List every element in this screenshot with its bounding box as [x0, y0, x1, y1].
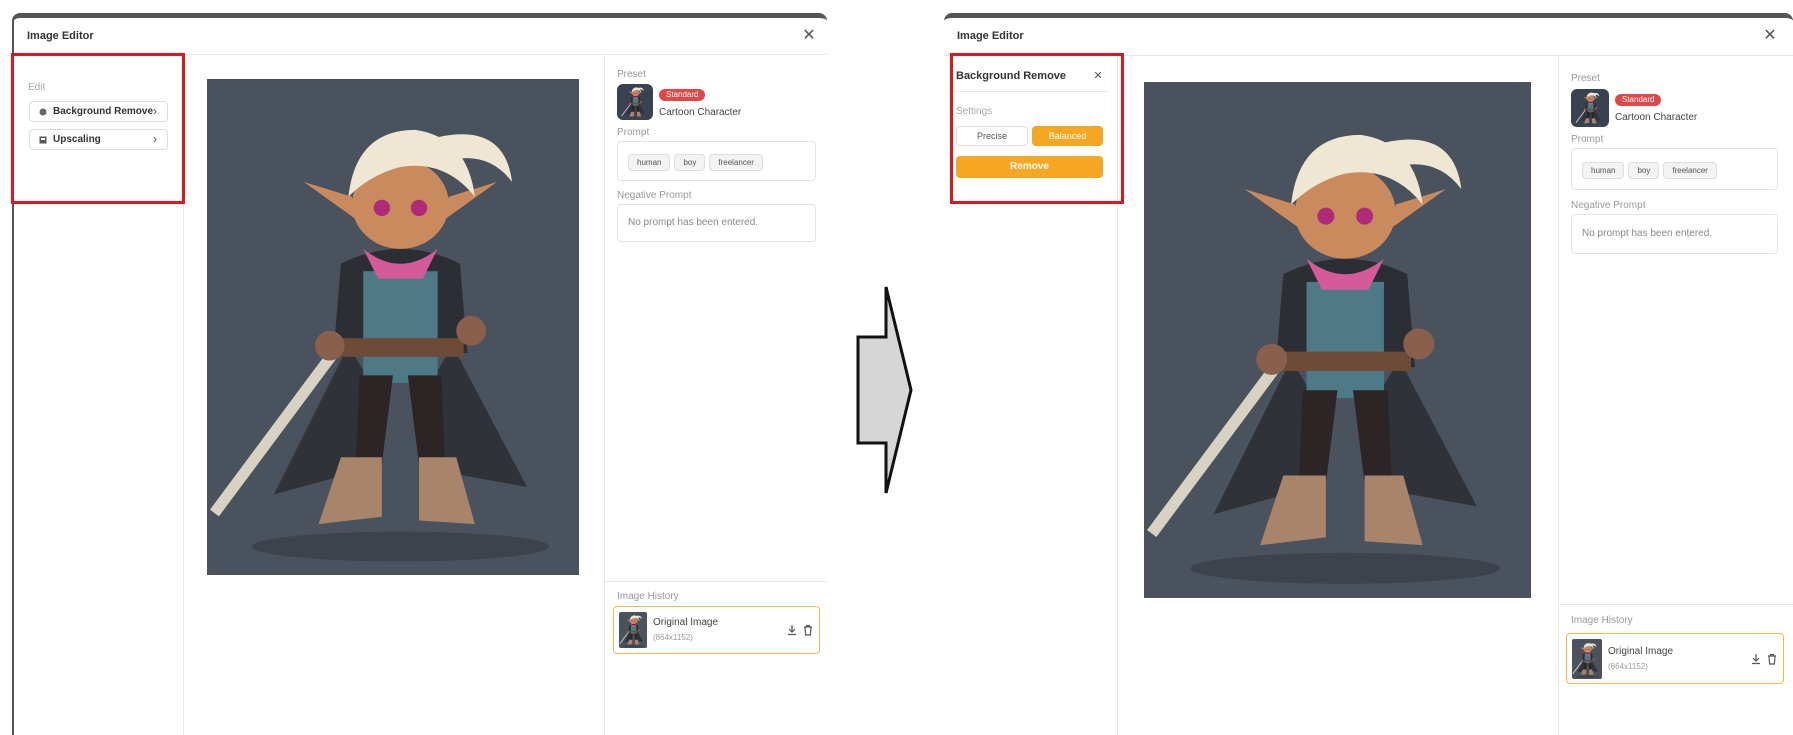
- dialog-title: Image Editor: [27, 30, 94, 42]
- preset-thumbnail: [617, 84, 653, 120]
- prompt-tag: boy: [674, 154, 706, 171]
- status-badge: Standard: [1615, 94, 1662, 106]
- prompt-tag: freelancer: [1663, 162, 1717, 179]
- history-item-title: Original Image: [653, 617, 719, 628]
- character-illustration: [1144, 82, 1531, 598]
- menu-item-label: Background Remove: [53, 106, 154, 117]
- negative-prompt-placeholder: No prompt has been entered.: [628, 217, 759, 228]
- info-sidebar: Preset Standard Cartoon Character Prompt…: [1558, 56, 1793, 735]
- upscale-icon: [39, 136, 47, 144]
- close-icon[interactable]: ✕: [801, 28, 817, 44]
- prompt-label: Prompt: [1571, 134, 1604, 145]
- history-image: [619, 612, 647, 648]
- history-item[interactable]: Original Image (864x1152): [1566, 633, 1784, 684]
- divider: [952, 91, 1107, 92]
- history-item-size: (864x1152): [653, 633, 693, 642]
- dialog-titlebar: Image Editor ✕: [944, 18, 1793, 56]
- preset-label: Preset: [617, 69, 646, 80]
- upscaling-button[interactable]: Upscaling ›: [29, 129, 168, 150]
- background-remove-panel: Background Remove ✕ Settings Precise Bal…: [944, 56, 1118, 735]
- close-icon[interactable]: ✕: [1090, 68, 1106, 84]
- preset-name: Cartoon Character: [659, 107, 742, 118]
- background-remove-button[interactable]: Background Remove ›: [29, 101, 168, 122]
- negative-prompt-placeholder: No prompt has been entered.: [1582, 228, 1713, 239]
- negative-prompt-box: No prompt has been entered.: [1571, 214, 1778, 254]
- trash-icon[interactable]: [802, 624, 814, 636]
- chevron-right-icon: ›: [153, 104, 157, 118]
- trash-icon[interactable]: [1766, 653, 1778, 665]
- divider: [605, 581, 827, 582]
- history-item[interactable]: Original Image (864x1152): [613, 606, 820, 654]
- history-image: [1572, 639, 1602, 679]
- preset-label: Preset: [1571, 73, 1600, 84]
- history-label: Image History: [1571, 615, 1633, 626]
- history-thumbnail: [619, 612, 647, 648]
- prompt-box: human boy freelancer: [1571, 148, 1778, 190]
- download-icon[interactable]: [786, 624, 798, 636]
- option-balanced-button[interactable]: Balanced: [1032, 126, 1103, 146]
- image-editor-dialog-before: Image Editor ✕ Edit Background Remove › …: [12, 13, 827, 735]
- panel-heading: Background Remove: [956, 70, 1067, 82]
- download-icon[interactable]: [1750, 653, 1762, 665]
- history-label: Image History: [617, 591, 679, 602]
- remove-button[interactable]: Remove: [956, 156, 1103, 178]
- history-thumbnail: [1572, 639, 1602, 679]
- background-remove-icon: [39, 108, 47, 116]
- status-badge: Standard: [659, 89, 706, 101]
- preset-name: Cartoon Character: [1615, 112, 1698, 123]
- preset-image: [1571, 89, 1609, 127]
- image-preview: [207, 79, 579, 575]
- settings-label: Settings: [956, 106, 993, 117]
- negative-prompt-label: Negative Prompt: [1571, 200, 1646, 211]
- prompt-label: Prompt: [617, 127, 650, 138]
- arrow-right-icon: [856, 286, 913, 494]
- prompt-tag: human: [1582, 162, 1625, 179]
- character-illustration: [207, 79, 579, 575]
- prompt-tag: human: [628, 154, 671, 171]
- prompt-tag: freelancer: [709, 154, 763, 171]
- option-precise-button[interactable]: Precise: [956, 126, 1028, 146]
- chevron-right-icon: ›: [153, 132, 157, 146]
- preset-thumbnail: [1571, 89, 1609, 127]
- prompt-tag: boy: [1628, 162, 1660, 179]
- close-icon[interactable]: ✕: [1762, 28, 1778, 44]
- negative-prompt-box: No prompt has been entered.: [617, 204, 816, 242]
- divider: [1559, 604, 1793, 605]
- prompt-box: human boy freelancer: [617, 141, 816, 181]
- info-sidebar: Preset Standard Cartoon Character Prompt…: [604, 55, 827, 735]
- history-item-size: (864x1152): [1608, 662, 1648, 671]
- history-item-title: Original Image: [1608, 646, 1674, 657]
- image-preview: [1144, 82, 1531, 598]
- image-editor-dialog-after: Image Editor ✕ Background Remove ✕ Setti…: [944, 13, 1793, 735]
- negative-prompt-label: Negative Prompt: [617, 190, 692, 201]
- dialog-title: Image Editor: [957, 30, 1024, 42]
- dialog-titlebar: Image Editor ✕: [14, 18, 827, 55]
- preset-image: [617, 84, 653, 120]
- edit-section-label: Edit: [28, 82, 46, 93]
- edit-column: Edit Background Remove › Upscaling ›: [14, 55, 184, 735]
- menu-item-label: Upscaling: [53, 134, 101, 145]
